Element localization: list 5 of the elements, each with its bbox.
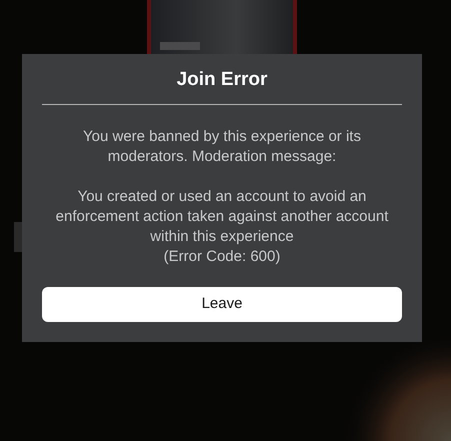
error-code: (Error Code: 600) [164,247,280,267]
error-message: You were banned by this experience or its moderators. Moderation message: [82,127,362,167]
dialog-title: Join Error [176,68,268,92]
error-message: You created or used an account to avoid an enforcement action taken against another account within this experience [54,187,390,247]
leave-button[interactable]: Leave [42,287,402,322]
